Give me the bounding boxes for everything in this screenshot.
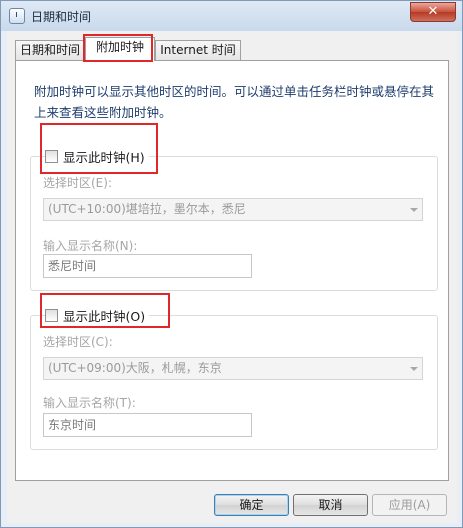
window-title: 日期和时间: [31, 10, 92, 24]
cancel-button[interactable]: 取消: [293, 494, 368, 516]
tab-internet-time[interactable]: Internet 时间: [155, 40, 241, 61]
clock2-timezone-value: (UTC+09:00)大阪，札幌，东京: [48, 361, 222, 375]
clock1-name-label: 输入显示名称(N):: [43, 239, 138, 253]
clock1-timezone-select[interactable]: (UTC+10:00)堪培拉，墨尔本，悉尼: [43, 198, 423, 221]
chevron-down-icon: [410, 208, 418, 212]
clock2-checkbox[interactable]: [45, 308, 58, 322]
date-time-dialog: 日期和时间 ✕ 日期和时间 附加时钟 Internet 时间 附加时钟可以显示其…: [0, 0, 463, 528]
clock2-name-label: 输入显示名称(T):: [43, 396, 136, 410]
dialog-client-area: 日期和时间 附加时钟 Internet 时间 附加时钟可以显示其他时区的时间。可…: [7, 31, 457, 523]
tab-additional-clocks[interactable]: 附加时钟: [85, 37, 155, 61]
clock2-timezone-select[interactable]: (UTC+09:00)大阪，札幌，东京: [43, 357, 423, 380]
clock2-checkbox-row[interactable]: 显示此时钟(O): [45, 306, 150, 324]
additional-clocks-panel: 附加时钟可以显示其他时区的时间。可以通过单击任务栏时钟或悬停在其上来查看这些附加…: [15, 60, 449, 481]
clock1-timezone-label: 选择时区(E):: [43, 176, 112, 190]
clock1-checkbox[interactable]: [45, 149, 58, 163]
clock1-group: 选择时区(E): (UTC+10:00)堪培拉，墨尔本，悉尼 输入显示名称(N)…: [30, 156, 438, 291]
clock1-name-field[interactable]: 悉尼时间: [43, 254, 252, 278]
clock2-name-field[interactable]: 东京时间: [43, 413, 252, 437]
panel-description: 附加时钟可以显示其他时区的时间。可以通过单击任务栏时钟或悬停在其上来查看这些附加…: [34, 84, 435, 120]
apply-button[interactable]: 应用(A): [372, 494, 447, 516]
ok-button[interactable]: 确定: [214, 494, 289, 516]
clock1-checkbox-row[interactable]: 显示此时钟(H): [45, 147, 149, 165]
title-bar[interactable]: 日期和时间 ✕: [1, 1, 462, 31]
chevron-down-icon: [410, 367, 418, 371]
clock2-timezone-label: 选择时区(C):: [43, 335, 113, 349]
clock1-timezone-value: (UTC+10:00)堪培拉，墨尔本，悉尼: [48, 202, 246, 216]
clock1-checkbox-label: 显示此时钟(H): [63, 149, 145, 165]
close-button[interactable]: ✕: [410, 2, 456, 22]
clock2-checkbox-label: 显示此时钟(O): [63, 308, 146, 324]
clock-icon: [9, 8, 25, 24]
tab-date-time[interactable]: 日期和时间: [15, 40, 85, 61]
clock2-group: 选择时区(C): (UTC+09:00)大阪，札幌，东京 输入显示名称(T): …: [30, 315, 438, 450]
